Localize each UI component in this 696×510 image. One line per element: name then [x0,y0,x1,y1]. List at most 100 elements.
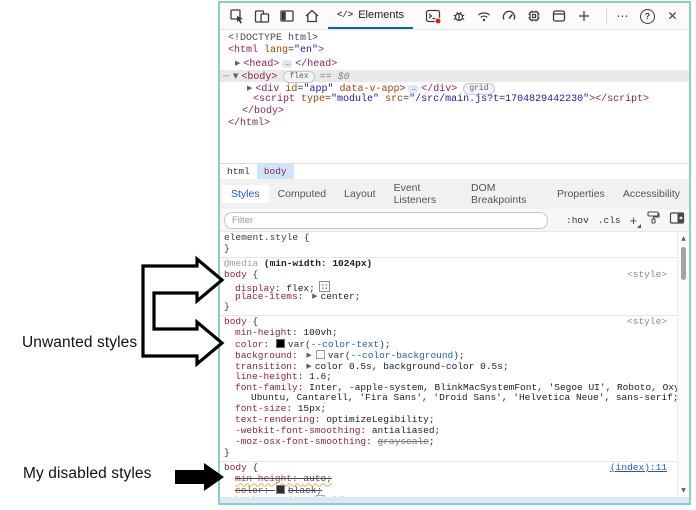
dom-tree-row[interactable]: </body> [220,106,689,118]
paint-brush-icon[interactable] [646,210,660,230]
tab-event-listeners[interactable]: Event Listeners [385,179,462,209]
console-icon[interactable] [421,4,446,28]
breadcrumb-item-body[interactable]: body [257,164,294,179]
css-line[interactable]: display: flex; [220,281,677,292]
css-line[interactable]: @media (min-width: 1024px) [220,259,677,270]
layout-badge[interactable]: flex [283,71,314,83]
css-line[interactable]: } [220,302,677,313]
screenshot-page: Unwanted styles My disabled styles [0,0,696,510]
css-line[interactable]: color: var(--color-text); [220,339,677,350]
expand-arrow-icon[interactable]: ▶ [303,351,314,359]
styles-rules: element.style {}@media (min-width: 1024p… [220,232,677,497]
dom-tree-row[interactable]: ⋯▼<body>flex== $0 [220,70,689,82]
collapsed-content-pill[interactable]: … [408,85,418,93]
performance-icon[interactable] [496,4,521,28]
expand-arrow-icon[interactable]: ▶ [309,292,320,300]
code-token: ); [453,350,464,361]
stylesheet-source-label[interactable]: <style> [627,317,667,328]
code-token: ; [503,361,509,372]
expand-arrow-icon[interactable]: ▶ [244,84,255,92]
expand-arrow-icon[interactable]: ▶ [232,59,243,67]
color-swatch-white[interactable] [316,495,325,497]
new-style-rule-button[interactable]: + [630,214,638,227]
expand-arrow-icon[interactable]: ▶ [303,496,314,497]
tab-layout[interactable]: Layout [335,185,385,203]
css-line[interactable]: } [220,448,677,459]
tab-accessibility[interactable]: Accessibility [614,185,689,203]
color-swatch-white[interactable] [316,350,325,359]
css-declaration-disabled[interactable]: color: black; [220,485,677,496]
code-token: } [224,447,230,458]
network-icon[interactable] [471,4,496,28]
layout-badge[interactable]: grid [463,83,494,95]
tab-elements[interactable]: </> Elements [328,3,413,29]
code-token: white [328,495,357,497]
pseudo-state-toggle[interactable]: :hov [566,215,589,226]
css-variable-link[interactable]: --color-background [351,350,454,361]
dom-tree-row[interactable]: <!DOCTYPE html> [220,33,689,45]
scroll-up-icon[interactable]: ▲ [678,235,689,242]
application-icon[interactable] [546,4,571,28]
devtools-window: </> Elements [218,1,691,505]
add-tools-icon[interactable] [571,4,596,28]
css-declaration-disabled[interactable]: background: ▶white; [220,495,677,497]
code-token: <script [253,94,295,105]
code-token: -moz-osx-font-smoothing [235,436,366,447]
inspect-icon[interactable] [224,4,249,28]
scrollbar[interactable]: ▲ ▼ [677,232,689,497]
stylesheet-source-label[interactable]: <style> [627,270,667,281]
code-token: : [315,414,326,425]
code-token: Ubuntu, Cantarell, 'Fira Sans', 'Droid S… [251,392,677,403]
code-token: { [247,462,258,473]
expand-arrow-icon[interactable]: ▶ [303,362,314,370]
device-emulation-icon[interactable] [249,4,274,28]
color-swatch-black[interactable] [276,339,285,348]
css-line[interactable]: } [220,244,677,255]
css-declaration-disabled[interactable]: min-height: auto; [220,474,677,485]
filter-input[interactable] [224,212,548,229]
color-swatch-black[interactable] [276,485,285,494]
code-token: body [224,462,247,473]
stylesheet-source-link[interactable]: (index):11 [610,463,667,474]
help-icon[interactable]: ? [635,4,660,28]
dom-tree-row[interactable]: </html> [220,118,689,130]
dom-tree-row[interactable]: ▶<head>…</head> [220,57,689,69]
css-rule-section: element.style {} [220,232,677,258]
tab-styles[interactable]: Styles [222,185,269,203]
flex-editor-icon[interactable] [319,281,330,292]
dom-tree-row[interactable]: <html lang="en"> [220,45,689,57]
collapse-arrow-icon[interactable]: ▼ [230,72,241,80]
code-token: body [224,316,247,327]
dom-tree-row[interactable]: ▶<div id="app" data-v-app>…</div>grid [220,82,689,94]
css-variable-link[interactable]: --color-text [311,339,379,350]
css-line[interactable]: background: ▶var(--color-background); [220,350,677,361]
code-token: 1.6 [309,371,326,382]
code-token: var( [288,339,311,350]
code-token: place-items [235,291,298,302]
scroll-down-icon[interactable]: ▼ [678,487,689,494]
devtools-toolbar: </> Elements [220,3,689,30]
css-line[interactable]: element.style { [220,233,677,244]
tab-computed[interactable]: Computed [269,185,335,203]
debugger-icon[interactable] [446,4,471,28]
dock-side-icon[interactable] [274,4,299,28]
tab-dom-breakpoints[interactable]: DOM Breakpoints [462,179,548,209]
css-line[interactable]: min-height: 100vh; [220,328,677,339]
code-token: : [298,291,309,302]
close-icon[interactable]: ✕ [660,4,685,28]
more-icon[interactable]: ⋯ [610,4,635,28]
css-line[interactable]: body {<style> [220,270,677,281]
breadcrumb-item-html[interactable]: html [220,164,257,179]
sidebar-toggle-icon[interactable] [669,211,685,230]
css-line[interactable]: -moz-osx-font-smoothing: grayscale; [220,437,677,448]
code-token: ; [332,327,338,338]
code-token: body [224,269,247,280]
class-toggle[interactable]: .cls [598,215,621,226]
collapsed-content-pill[interactable]: … [282,60,292,68]
dom-tree-row[interactable]: <script type="module" src="/src/main.js?… [220,94,689,106]
scrollbar-thumb[interactable] [681,247,686,280]
css-line[interactable]: place-items: ▶center; [220,291,677,302]
memory-chip-icon[interactable] [521,4,546,28]
home-icon[interactable] [299,4,324,28]
tab-properties[interactable]: Properties [548,185,614,203]
